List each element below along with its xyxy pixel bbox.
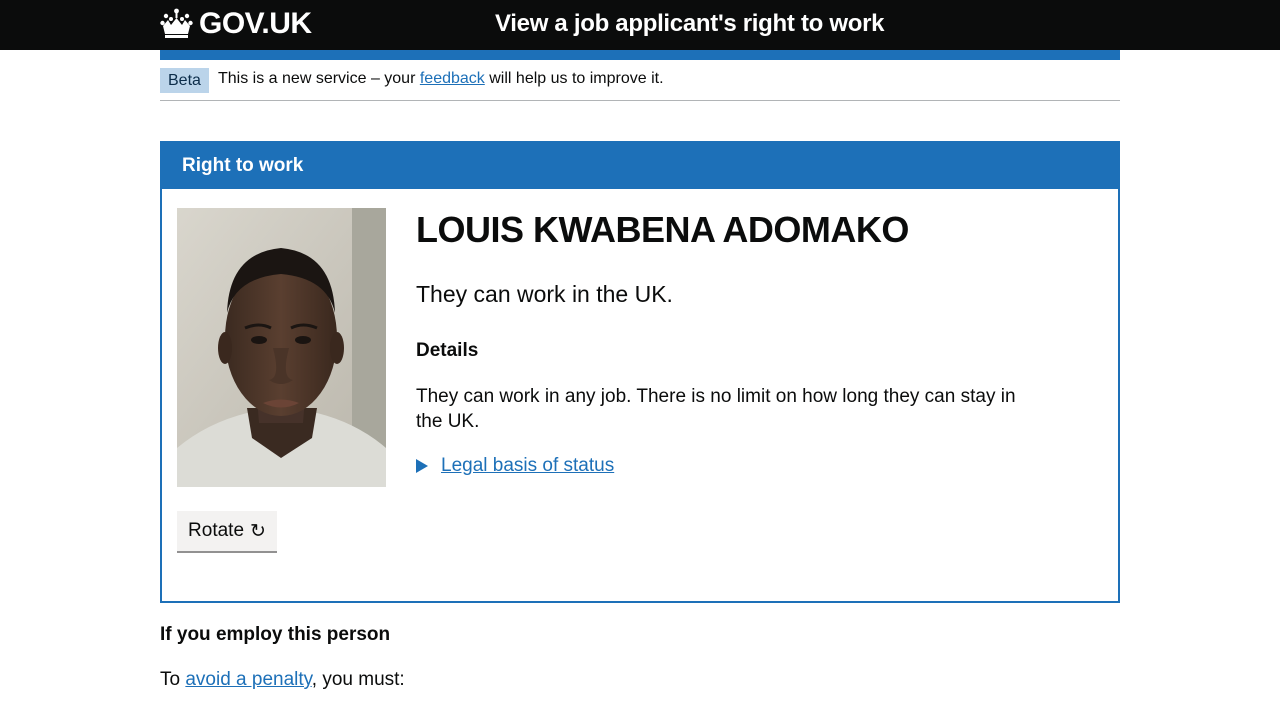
legal-basis-disclosure[interactable]: Legal basis of status [416, 455, 614, 477]
crown-icon [160, 8, 193, 38]
legal-basis-link[interactable]: Legal basis of status [441, 455, 614, 477]
work-status: They can work in the UK. [416, 281, 673, 307]
site-header: GOV.UK View a job applicant's right to w… [0, 0, 1280, 50]
applicant-photo [177, 208, 386, 487]
logo-text: GOV.UK [199, 7, 312, 40]
rotate-label: Rotate [188, 520, 245, 541]
header-underline [160, 50, 1120, 60]
phase-banner: Beta This is a new service – your feedba… [160, 60, 1120, 101]
phase-text-before: This is a new service – your [218, 70, 416, 87]
employ-text-before: To [160, 669, 181, 690]
govuk-logo-link[interactable]: GOV.UK [160, 6, 312, 42]
panel-header: Right to work [162, 143, 1118, 189]
avoid-penalty-link[interactable]: avoid a penalty [185, 669, 311, 690]
employ-paragraph: To avoid a penalty, you must: [160, 669, 405, 691]
rotate-button[interactable]: Rotate ↻ [177, 511, 277, 551]
employ-heading: If you employ this person [160, 624, 391, 645]
service-name[interactable]: View a job applicant's right to work [495, 10, 885, 38]
header-container: GOV.UK View a job applicant's right to w… [160, 0, 1120, 50]
details-text: They can work in any job. There is no li… [416, 386, 1016, 432]
triangle-right-icon [416, 459, 428, 473]
rotate-clockwise-icon: ↻ [250, 520, 266, 542]
employ-text-after: , you must: [311, 669, 405, 690]
panel-title: Right to work [182, 155, 304, 176]
phase-tag: Beta [160, 68, 209, 93]
phase-text: This is a new service – your feedback wi… [218, 70, 664, 88]
applicant-name: LOUIS KWABENA ADOMAKO [416, 209, 909, 250]
details-heading: Details [416, 340, 479, 361]
phase-text-after: will help us to improve it. [489, 70, 664, 87]
right-to-work-panel: Right to work Rotate ↻ LOUIS KWABENA ADO… [160, 141, 1120, 603]
feedback-link[interactable]: feedback [420, 70, 485, 87]
